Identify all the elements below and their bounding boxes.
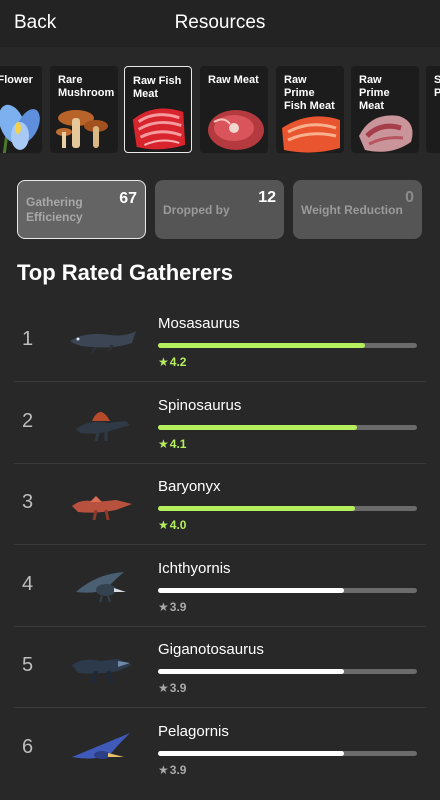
tab-count: 0: [405, 189, 414, 206]
rating-value: ★4.1: [158, 437, 186, 451]
resource-card-raw-prime-meat[interactable]: Raw Prime Meat: [351, 66, 419, 153]
resource-label: Raw Meat: [208, 74, 259, 86]
pelagornis-icon: [72, 732, 130, 759]
resource-label: Raw Fish Meat: [133, 75, 182, 100]
rank-number: 1: [22, 328, 34, 350]
star-icon: ★: [158, 518, 169, 532]
rating-value: ★3.9: [158, 681, 186, 695]
creature-name: Giganotosaurus: [158, 641, 264, 658]
tab-label: Gathering Efficiency: [26, 195, 83, 224]
spinosaurus-icon: [76, 411, 130, 441]
resource-label: Rare Flower: [0, 74, 33, 86]
star-icon: ★: [158, 599, 169, 614]
resource-card-rare-mushroom[interactable]: Rare Mushroom: [50, 66, 118, 153]
ichthyornis-icon: [76, 571, 126, 602]
tab-gathering-efficiency[interactable]: Gathering Efficiency 67: [17, 180, 146, 239]
rank-number: 5: [22, 654, 34, 676]
creature-name: Ichthyornis: [158, 559, 231, 577]
rating-bar-fill: [158, 506, 355, 511]
rank-number: 6: [22, 735, 34, 758]
resource-card-raw-prime-fish-meat[interactable]: Raw Prime Fish Meat: [276, 66, 344, 153]
rating-bar-fill: [158, 750, 345, 756]
baryonyx-icon: [72, 496, 132, 521]
rating-bar: [158, 424, 417, 430]
creature-name: Mosasaurus: [158, 315, 240, 332]
rating-number: 4.2: [169, 355, 187, 369]
rank-number: 4: [22, 572, 34, 595]
rating-number: 4.0: [169, 518, 187, 532]
rating-number: 3.9: [169, 599, 187, 614]
section-title: Top Rated Gatherers: [17, 260, 233, 285]
gatherer-row-ichthyornis[interactable]: 4 Ichthyornis ★3.9: [0, 546, 440, 627]
resource-label: Raw Prime Fish Meat: [284, 74, 335, 112]
rating-bar: [158, 343, 417, 348]
resource-label: Rare Mushroom: [58, 74, 115, 99]
creature-name: Pelagornis: [158, 722, 229, 740]
page-title: Resources: [174, 12, 266, 33]
creature-name: Spinosaurus: [158, 396, 242, 414]
rating-bar-fill: [158, 669, 345, 674]
rating-value: ★3.9: [158, 600, 186, 614]
resource-label: S P: [434, 74, 440, 99]
rating-number: 3.9: [169, 762, 187, 777]
tab-label: Dropped by: [163, 203, 230, 217]
gatherer-row-pelagornis[interactable]: 6 Pelagornis ★3.9: [0, 709, 440, 790]
rating-bar-fill: [158, 343, 366, 348]
rank-number: 2: [22, 409, 34, 432]
resource-label: Raw Prime Meat: [359, 74, 390, 112]
giganotosaurus-icon: [72, 659, 132, 684]
star-icon: ★: [158, 681, 169, 695]
rating-bar-fill: [158, 587, 345, 593]
gatherer-row-spinosaurus[interactable]: 2 Spinosaurus ★4.1: [0, 383, 440, 464]
top-bar: Back Resources: [0, 0, 440, 47]
mosasaurus-icon: [70, 331, 136, 355]
star-icon: ★: [158, 762, 169, 777]
tab-weight-reduction[interactable]: Weight Reduction 0: [293, 180, 422, 239]
creature-name: Baryonyx: [158, 478, 221, 495]
rating-bar: [158, 506, 417, 511]
rating-number: 4.1: [169, 436, 187, 451]
tab-count: 12: [258, 189, 276, 206]
star-icon: ★: [158, 436, 169, 451]
rating-value: ★4.0: [158, 518, 186, 532]
rank-number: 3: [22, 491, 34, 513]
rating-bar: [158, 669, 417, 674]
rating-bar: [158, 750, 417, 756]
gatherer-row-mosasaurus[interactable]: 1 Mosasaurus ★4.2: [0, 301, 440, 382]
rating-number: 3.9: [169, 681, 187, 695]
gatherer-row-baryonyx[interactable]: 3 Baryonyx ★4.0: [0, 464, 440, 545]
tab-dropped-by[interactable]: Dropped by 12: [155, 180, 284, 239]
star-icon: ★: [158, 355, 169, 369]
resource-card-raw-meat[interactable]: Raw Meat: [200, 66, 268, 153]
resource-card-raw-fish-meat[interactable]: Raw Fish Meat: [124, 66, 192, 153]
tab-label: Weight Reduction: [301, 203, 403, 217]
resource-card-next[interactable]: S P: [426, 66, 440, 153]
tab-count: 67: [119, 190, 137, 207]
rating-bar: [158, 587, 417, 593]
resource-carousel[interactable]: Rare Flower Rare Mushroom Raw Fish Meat: [0, 60, 440, 158]
rating-value: ★3.9: [158, 763, 186, 777]
resource-card-rare-flower[interactable]: Rare Flower: [0, 66, 42, 153]
gatherer-row-giganotosaurus[interactable]: 5 Giganotosaurus ★3.9: [0, 627, 440, 708]
rating-bar-fill: [158, 424, 358, 430]
rating-value: ★4.2: [158, 355, 186, 369]
